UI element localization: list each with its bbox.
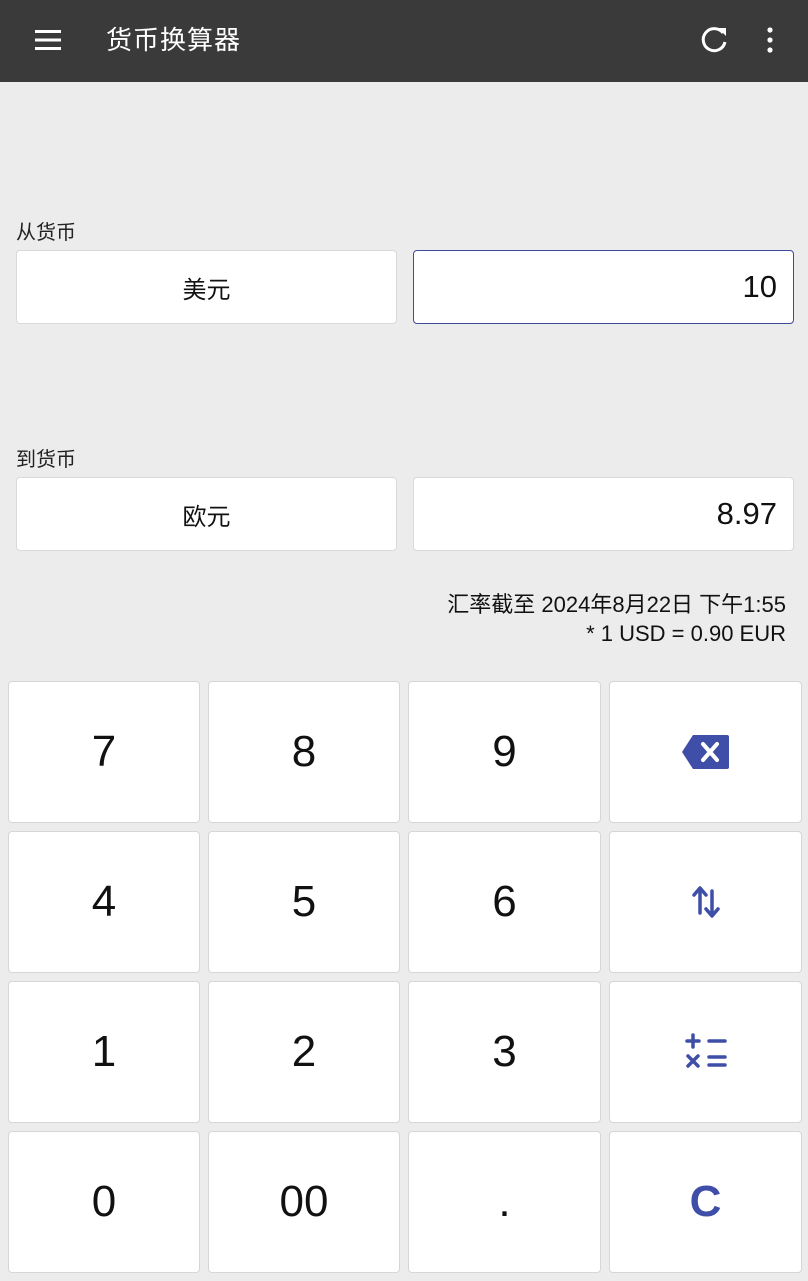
clear-button[interactable]: C — [609, 1131, 802, 1273]
key-00[interactable]: 00 — [208, 1131, 400, 1273]
swap-icon — [691, 886, 720, 918]
refresh-button[interactable] — [690, 18, 738, 62]
rate-conversion-text: * 1 USD = 0.90 EUR — [586, 621, 786, 646]
to-currency-selector[interactable]: 欧元 — [16, 477, 397, 551]
key-5[interactable]: 5 — [208, 831, 400, 973]
app-title: 货币换算器 — [106, 26, 242, 56]
key-4[interactable]: 4 — [8, 831, 200, 973]
more-vert-icon — [767, 27, 773, 53]
key-1[interactable]: 1 — [8, 981, 200, 1123]
calculator-button[interactable] — [609, 981, 802, 1123]
key-decimal[interactable]: . — [408, 1131, 601, 1273]
key-8[interactable]: 8 — [208, 681, 400, 823]
key-7[interactable]: 7 — [8, 681, 200, 823]
to-amount-field[interactable]: 8.97 — [413, 477, 794, 551]
key-6[interactable]: 6 — [408, 831, 601, 973]
from-currency-selector[interactable]: 美元 — [16, 250, 397, 324]
from-currency-label: 从货币 — [16, 220, 76, 244]
menu-icon — [35, 30, 61, 50]
rate-updated-text: 汇率截至 2024年8月22日 下午1:55 — [447, 592, 786, 617]
key-3[interactable]: 3 — [408, 981, 601, 1123]
swap-currencies-button[interactable] — [609, 831, 802, 973]
app-bar: 货币换算器 — [0, 0, 808, 82]
refresh-icon — [701, 27, 727, 53]
calculator-icon — [684, 1033, 727, 1068]
backspace-icon — [681, 735, 729, 769]
backspace-button[interactable] — [609, 681, 802, 823]
key-2[interactable]: 2 — [208, 981, 400, 1123]
menu-button[interactable] — [22, 18, 74, 62]
to-currency-label: 到货币 — [16, 447, 76, 471]
from-amount-field[interactable]: 10 — [413, 250, 794, 324]
more-options-button[interactable] — [748, 18, 792, 62]
key-0[interactable]: 0 — [8, 1131, 200, 1273]
key-9[interactable]: 9 — [408, 681, 601, 823]
